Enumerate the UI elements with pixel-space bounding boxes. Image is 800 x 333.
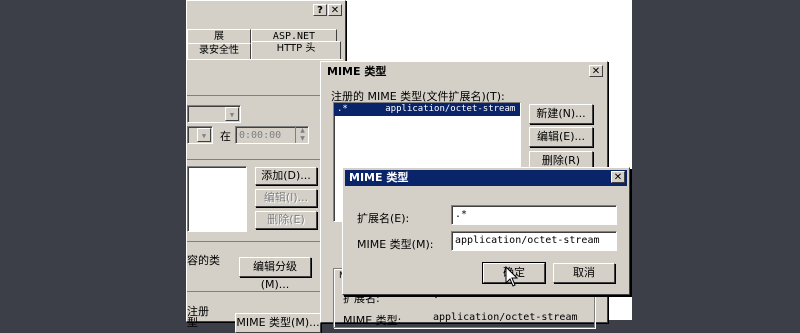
tab-extensions[interactable]: 展 <box>187 29 251 43</box>
extension-input[interactable]: .* <box>451 205 617 225</box>
details-mime-value: application/octet-stream <box>433 312 578 323</box>
mime-edit-dialog: MIME 类型 ✕ 扩展名(E): .* MIME 类型(M): applica… <box>342 167 630 295</box>
cancel-button[interactable]: 取消 <box>553 263 615 283</box>
mime-types-button[interactable]: MIME 类型(M)... <box>235 313 321 333</box>
dialog-title: MIME 类型 <box>327 65 387 78</box>
tab-panel-border <box>187 59 343 60</box>
separator <box>187 159 327 160</box>
edit-ratings-button[interactable]: 编辑分级(M)... <box>239 257 311 291</box>
content-rating-text: 容的类 <box>187 254 220 267</box>
edit-type-button[interactable]: 编辑(E)... <box>529 127 593 147</box>
close-icon[interactable]: ✕ <box>589 65 603 77</box>
help-title-button[interactable]: ? <box>313 4 327 16</box>
mime-type-label: MIME 类型(M): <box>357 238 434 251</box>
delete-header-button[interactable]: 删除(E) <box>255 211 317 229</box>
add-header-button[interactable]: 添加(D)... <box>255 167 317 185</box>
close-icon[interactable]: ✕ <box>611 171 625 183</box>
extension-label: 扩展名(E): <box>357 212 410 225</box>
chevron-down-icon[interactable]: ▼ <box>225 107 239 121</box>
new-type-button[interactable]: 新建(N)... <box>529 104 593 124</box>
date-combo[interactable]: ▼ <box>187 105 241 123</box>
custom-headers-list[interactable] <box>187 166 247 232</box>
mouse-cursor-icon <box>505 266 519 287</box>
expire-combo[interactable]: ▼ <box>187 126 213 144</box>
dialog-title: MIME 类型 <box>349 171 409 184</box>
tab-directory-security[interactable]: 录安全性 <box>187 43 251 59</box>
details-mime-label: MIME 类型: <box>343 314 402 327</box>
mime-edit-titlebar: MIME 类型 ✕ <box>345 170 627 186</box>
mime-group-text-2: 型 <box>187 316 198 329</box>
edit-header-button[interactable]: 编辑(I)... <box>255 189 317 207</box>
list-item-type: application/octet-stream <box>385 104 516 114</box>
time-spinner[interactable]: ▲ ▼ <box>295 127 309 143</box>
mime-list-titlebar: MIME 类型 ✕ <box>323 64 605 80</box>
separator <box>187 95 327 96</box>
close-title-button[interactable]: ✕ <box>328 4 342 16</box>
time-label: 在 <box>220 130 231 143</box>
properties-titlebar: ? ✕ <box>189 3 343 19</box>
tab-http-headers[interactable]: HTTP 头 <box>251 41 341 59</box>
list-item-ext: .* <box>337 104 348 114</box>
mime-type-input[interactable]: application/octet-stream <box>451 231 617 251</box>
separator <box>187 241 327 242</box>
separator <box>187 291 327 292</box>
list-item[interactable]: .* application/octet-stream <box>334 103 520 116</box>
chevron-down-icon[interactable]: ▼ <box>197 128 211 142</box>
